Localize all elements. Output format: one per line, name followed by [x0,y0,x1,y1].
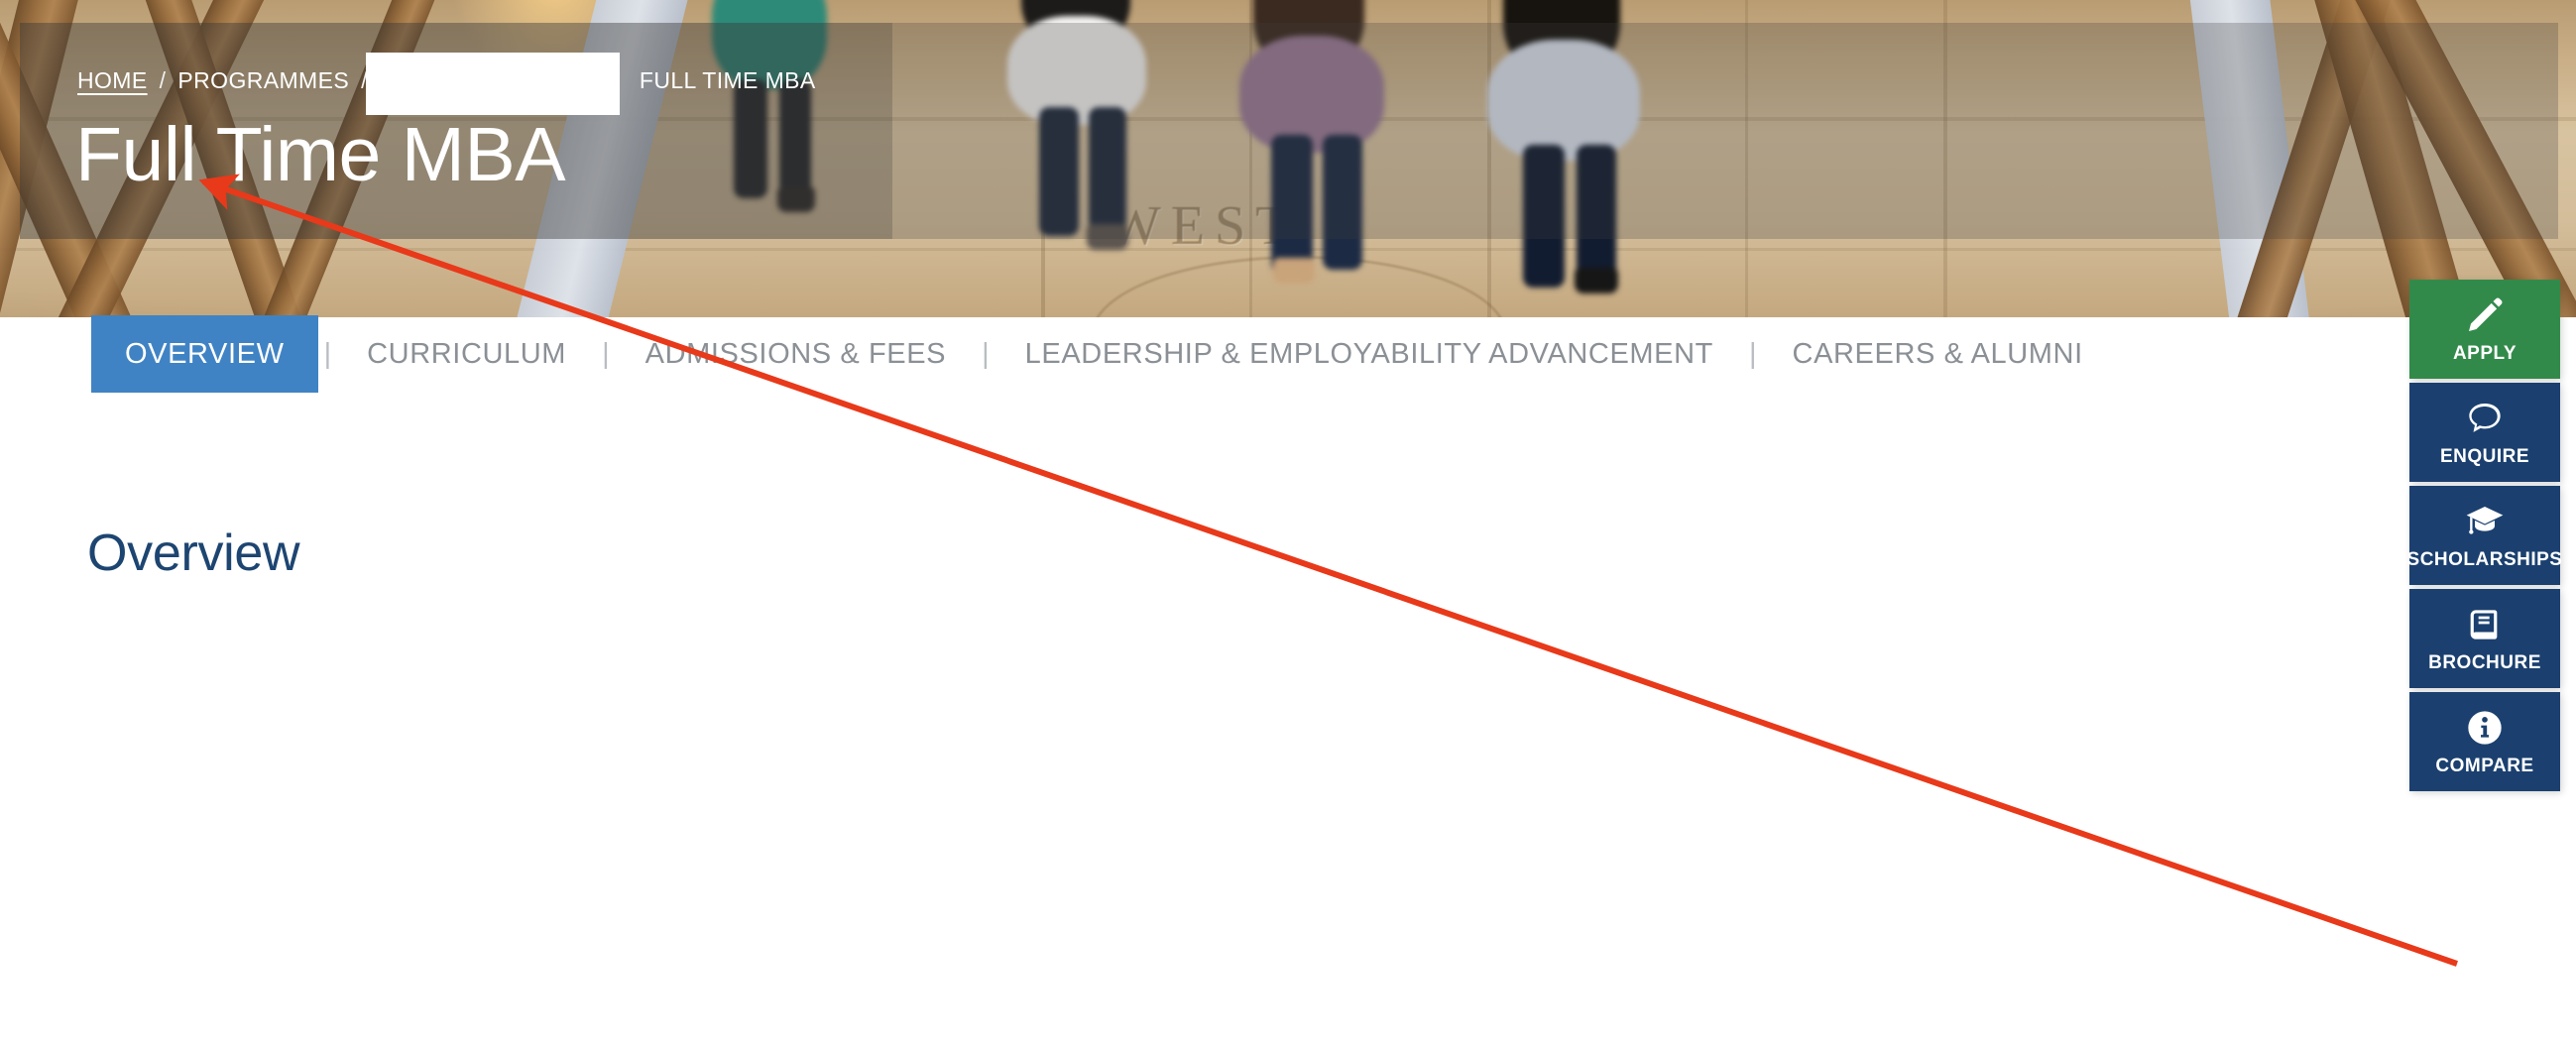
breadcrumb-item-current: FULL TIME MBA [639,67,816,93]
tab-separator: | [1748,337,1757,370]
brochure-button[interactable]: BROCHURE [2409,589,2560,688]
brochure-button-label: BROCHURE [2428,652,2541,673]
tab-overview-label: OVERVIEW [125,337,285,370]
enquire-button-label: ENQUIRE [2439,446,2530,467]
apply-button-label: APPLY [2452,343,2517,364]
tab-leadership-employability-advancement[interactable]: LEADERSHIP & EMPLOYABILITY ADVANCEMENT [995,315,1743,393]
tab-curriculum[interactable]: CURRICULUM [337,315,596,393]
tab-separator: | [323,337,332,370]
action-rail: APPLY ENQUIRE SCHOLARSHIPS BROCHURE COMP… [2406,280,2576,791]
tab-careers-alumni[interactable]: CAREERS & ALUMNI [1763,315,2113,393]
scholarships-button-label: SCHOLARSHIPS [2406,549,2563,570]
speech-bubble-icon [2465,399,2505,438]
tab-careers-alumni-label: CAREERS & ALUMNI [1792,337,2083,370]
enquire-button[interactable]: ENQUIRE [2409,383,2560,482]
tab-admissions-fees[interactable]: ADMISSIONS & FEES [616,315,977,393]
section-title: Overview [87,524,300,582]
breadcrumb-item-programmes[interactable]: PROGRAMMES [177,67,349,94]
page-title: Full Time MBA [75,112,566,197]
breadcrumb-separator: / [159,67,167,93]
redaction-box [366,53,620,115]
page-root: WEST HOME / PROGRAMMES / FULL TIME MBA F… [0,0,2576,1049]
tab-separator: | [602,337,610,370]
info-circle-icon [2465,708,2505,748]
section-body-text [87,1033,2269,1049]
breadcrumb-link-home[interactable]: HOME [77,67,148,94]
book-icon [2465,605,2505,644]
programme-tabs: OVERVIEW | CURRICULUM | ADMISSIONS & FEE… [91,315,2113,393]
pencil-icon [2465,295,2505,335]
compare-button-label: COMPARE [2435,756,2534,776]
tab-curriculum-label: CURRICULUM [367,337,567,370]
tab-admissions-fees-label: ADMISSIONS & FEES [644,337,947,370]
tab-overview[interactable]: OVERVIEW [91,315,318,393]
graduation-cap-icon [2465,502,2505,541]
scholarships-button[interactable]: SCHOLARSHIPS [2406,486,2563,585]
hero-banner: WEST HOME / PROGRAMMES / FULL TIME MBA F… [0,0,2576,317]
tab-separator: | [982,337,990,370]
tab-leadership-label: LEADERSHIP & EMPLOYABILITY ADVANCEMENT [1024,337,1713,370]
compare-button[interactable]: COMPARE [2409,692,2560,791]
apply-button[interactable]: APPLY [2409,280,2560,379]
